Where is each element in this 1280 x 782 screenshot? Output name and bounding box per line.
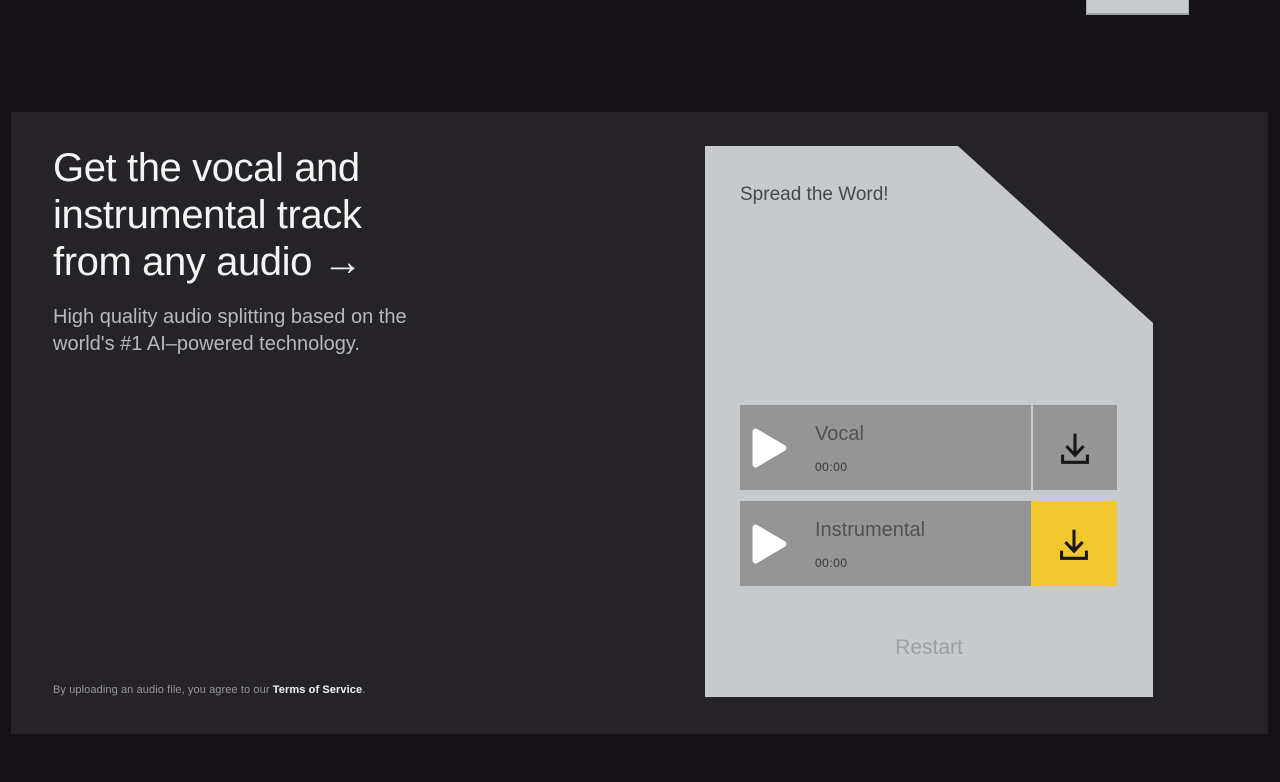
play-button-vocal[interactable] — [740, 405, 795, 490]
subtitle: High quality audio splitting based on th… — [53, 304, 407, 358]
track-player-instrumental: Instrumental 00:00 — [740, 501, 1031, 586]
play-icon — [752, 524, 787, 564]
track-label: Instrumental — [815, 518, 925, 542]
page-title-line2: instrumental track — [53, 192, 362, 239]
track-time: 00:00 — [815, 461, 864, 473]
download-button-instrumental[interactable] — [1031, 501, 1117, 586]
restart-button[interactable]: Restart — [705, 635, 1153, 660]
track-time: 00:00 — [815, 557, 925, 569]
terms-note-period: . — [362, 684, 365, 696]
track-row-instrumental: Instrumental 00:00 — [740, 501, 1117, 586]
track-list: Vocal 00:00 — [740, 405, 1117, 586]
download-icon — [1053, 523, 1095, 565]
subtitle-line2: world's #1 AI–powered technology. — [53, 331, 407, 358]
page-title: Get the vocal and instrumental track fro… — [53, 145, 362, 286]
track-row-vocal: Vocal 00:00 — [740, 405, 1117, 490]
track-label: Vocal — [815, 422, 864, 446]
subtitle-line1: High quality audio splitting based on th… — [53, 304, 407, 331]
terms-of-service-link[interactable]: Terms of Service — [273, 684, 362, 696]
main-panel: Get the vocal and instrumental track fro… — [11, 112, 1268, 734]
terms-note: By uploading an audio file, you agree to… — [53, 683, 365, 697]
terms-note-text: By uploading an audio file, you agree to… — [53, 684, 273, 696]
download-icon — [1054, 427, 1096, 469]
result-card: Spread the Word! Vocal 00:00 — [705, 146, 1153, 697]
download-button-vocal[interactable] — [1031, 405, 1117, 490]
share-label: Spread the Word! — [740, 183, 889, 207]
page-title-line3: from any audio → — [53, 239, 362, 286]
page-title-line1: Get the vocal and — [53, 145, 362, 192]
track-meta: Vocal 00:00 — [815, 422, 864, 473]
track-meta: Instrumental 00:00 — [815, 518, 925, 569]
top-offscreen-element — [1086, 0, 1189, 15]
track-player-vocal: Vocal 00:00 — [740, 405, 1031, 490]
play-button-instrumental[interactable] — [740, 501, 795, 586]
play-icon — [752, 428, 787, 468]
